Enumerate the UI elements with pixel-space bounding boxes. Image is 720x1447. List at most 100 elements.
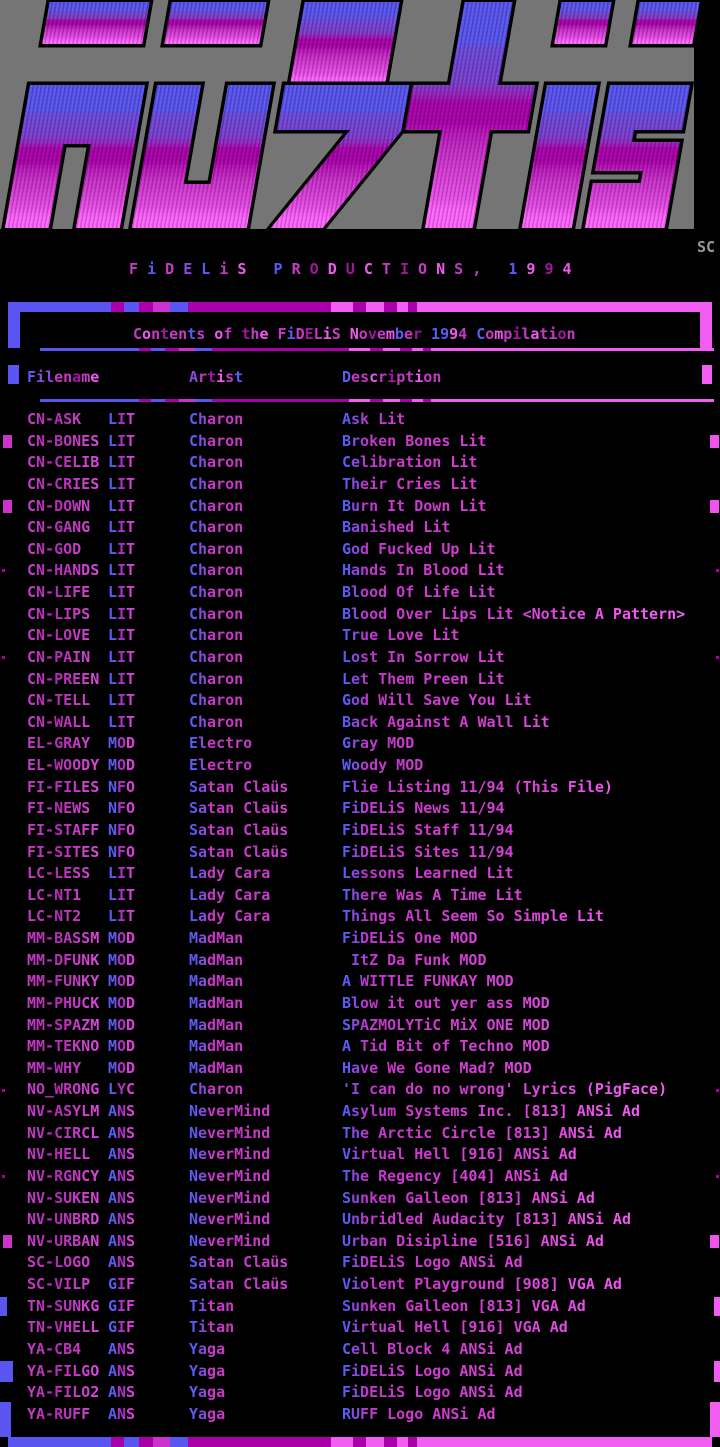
table-row: CN-GANG LIT Charon Banished Lit	[0, 517, 720, 539]
file-artist: MadMan	[189, 1036, 342, 1058]
table-row: NV-RGNCY ANS NeverMind The Regency [404]…	[0, 1166, 720, 1188]
frame-vertical	[8, 310, 20, 348]
bar-segment	[331, 302, 353, 312]
file-description: The Regency [404] ANSi Ad	[342, 1166, 720, 1188]
bar-segment	[423, 348, 432, 351]
file-extension: ANS	[108, 1404, 189, 1426]
file-name: CN-GOD	[27, 539, 108, 561]
frame-vertical	[0, 1402, 11, 1437]
table-row: EL-GRAY MOD Electro Gray MOD	[0, 733, 720, 755]
file-name: TN-SUNKG	[27, 1296, 108, 1318]
column-header-artist: Artist	[189, 369, 243, 386]
file-artist: Charon	[189, 1079, 342, 1101]
file-name: NV-UNBRD	[27, 1209, 108, 1231]
file-artist: Charon	[189, 690, 342, 712]
file-artist: Satan Claüs	[189, 777, 342, 799]
file-extension: MOD	[108, 1036, 189, 1058]
file-extension: LIT	[108, 604, 189, 626]
file-description: There Was A Time Lit	[342, 885, 720, 907]
file-extension: LIT	[108, 885, 189, 907]
file-description: Burn It Down Lit	[342, 496, 720, 518]
file-artist: Lady Cara	[189, 863, 342, 885]
file-name: LC-NT1	[27, 885, 108, 907]
table-row: FI-FILES NFO Satan Claüs Flie Listing 11…	[0, 777, 720, 799]
table-row: CN-LOVE LIT Charon True Love Lit	[0, 625, 720, 647]
file-artist: NeverMind	[189, 1101, 342, 1123]
file-artist: Charon	[189, 604, 342, 626]
bar-segment	[353, 1437, 366, 1447]
fidelis-ansi-logo	[0, 0, 720, 233]
table-row: CN-WALL LIT Charon Back Against A Wall L…	[0, 712, 720, 734]
table-row: FI-STAFF NFO Satan Claüs FiDELiS Staff 1…	[0, 820, 720, 842]
file-name: CN-LIPS	[27, 604, 108, 626]
bar-segment	[400, 399, 412, 402]
bar-segment	[195, 348, 212, 351]
file-description: Things All Seem So Simple Lit	[342, 906, 720, 928]
bar-segment	[139, 348, 151, 351]
table-row: YA-FILGO ANS Yaga FiDELiS Logo ANSi Ad	[0, 1361, 720, 1383]
file-extension: MOD	[108, 755, 189, 777]
file-description: Urban Disipline [516] ANSi Ad	[342, 1231, 720, 1253]
file-name: SC-LOGO	[27, 1252, 108, 1274]
table-row: NV-CIRCL ANS NeverMind The Arctic Circle…	[0, 1123, 720, 1145]
bar-segment	[153, 302, 170, 312]
file-artist: Charon	[189, 712, 342, 734]
file-description: FiDELiS Logo ANSi Ad	[342, 1382, 720, 1404]
bar-segment	[397, 302, 408, 312]
file-artist: MadMan	[189, 928, 342, 950]
file-artist: Charon	[189, 560, 342, 582]
file-extension: LIT	[108, 474, 189, 496]
table-row: MM-PHUCK MOD MadMan Blow it out yer ass …	[0, 993, 720, 1015]
bar-segment	[412, 348, 423, 351]
file-description: Blood Of Life Lit	[342, 582, 720, 604]
table-row: YA-RUFF ANS Yaga RUFF Logo ANSi Ad	[0, 1404, 720, 1426]
file-extension: ANS	[108, 1339, 189, 1361]
file-description: A WITTLE FUNKAY MOD	[342, 971, 720, 993]
file-name: FI-STAFF	[27, 820, 108, 842]
frame-vertical	[0, 1361, 13, 1382]
file-description: Back Against A Wall Lit	[342, 712, 720, 734]
file-extension: LIT	[108, 712, 189, 734]
file-extension: LIT	[108, 863, 189, 885]
table-row: TN-VHELL GIF Titan Virtual Hell [916] VG…	[0, 1317, 720, 1339]
file-artist: NeverMind	[189, 1144, 342, 1166]
file-extension: LIT	[108, 409, 189, 431]
file-extension: LIT	[108, 690, 189, 712]
bar-segment	[179, 348, 195, 351]
file-artist: Satan Claüs	[189, 820, 342, 842]
bar-segment	[170, 1437, 188, 1447]
bar-segment	[397, 1437, 408, 1447]
file-description: Broken Bones Lit	[342, 431, 720, 453]
file-artist: MadMan	[189, 993, 342, 1015]
bar-segment	[8, 1437, 111, 1447]
file-name: EL-GRAY	[27, 733, 108, 755]
table-row: NV-SUKEN ANS NeverMind Sunken Galleon [8…	[0, 1188, 720, 1210]
frame-vertical	[714, 1361, 720, 1382]
productions-banner: F i D E L i S P R O D U C T I O N S , 1 …	[129, 261, 572, 278]
file-extension: LIT	[108, 647, 189, 669]
file-description: FiDELiS Logo ANSi Ad	[342, 1252, 720, 1274]
bar-segment	[165, 348, 178, 351]
file-extension: GIF	[108, 1274, 189, 1296]
file-description: Lessons Learned Lit	[342, 863, 720, 885]
bar-segment	[331, 1437, 353, 1447]
bar-segment	[417, 1437, 712, 1447]
file-artist: Yaga	[189, 1339, 342, 1361]
file-extension: LIT	[108, 669, 189, 691]
table-row: LC-LESS LIT Lady Cara Lessons Learned Li…	[0, 863, 720, 885]
file-extension: NFO	[108, 798, 189, 820]
file-extension: NFO	[108, 820, 189, 842]
file-artist: Yaga	[189, 1382, 342, 1404]
table-row: MM-SPAZM MOD MadMan SPAZMOLYTiC MiX ONE …	[0, 1015, 720, 1037]
table-row: YA-CB4 ANS Yaga Cell Block 4 ANSi Ad	[0, 1339, 720, 1361]
file-name: MM-FUNKY	[27, 971, 108, 993]
file-artist: Charon	[189, 669, 342, 691]
file-extension: MOD	[108, 971, 189, 993]
file-name: NV-ASYLM	[27, 1101, 108, 1123]
bar-segment	[384, 302, 397, 312]
table-row: CN-TELL LIT Charon God Will Save You Lit	[0, 690, 720, 712]
file-extension: ANS	[108, 1209, 189, 1231]
table-row: LC-NT1 LIT Lady Cara There Was A Time Li…	[0, 885, 720, 907]
file-name: YA-FILGO	[27, 1361, 108, 1383]
table-row: CN-CRIES LIT Charon Their Cries Lit	[0, 474, 720, 496]
